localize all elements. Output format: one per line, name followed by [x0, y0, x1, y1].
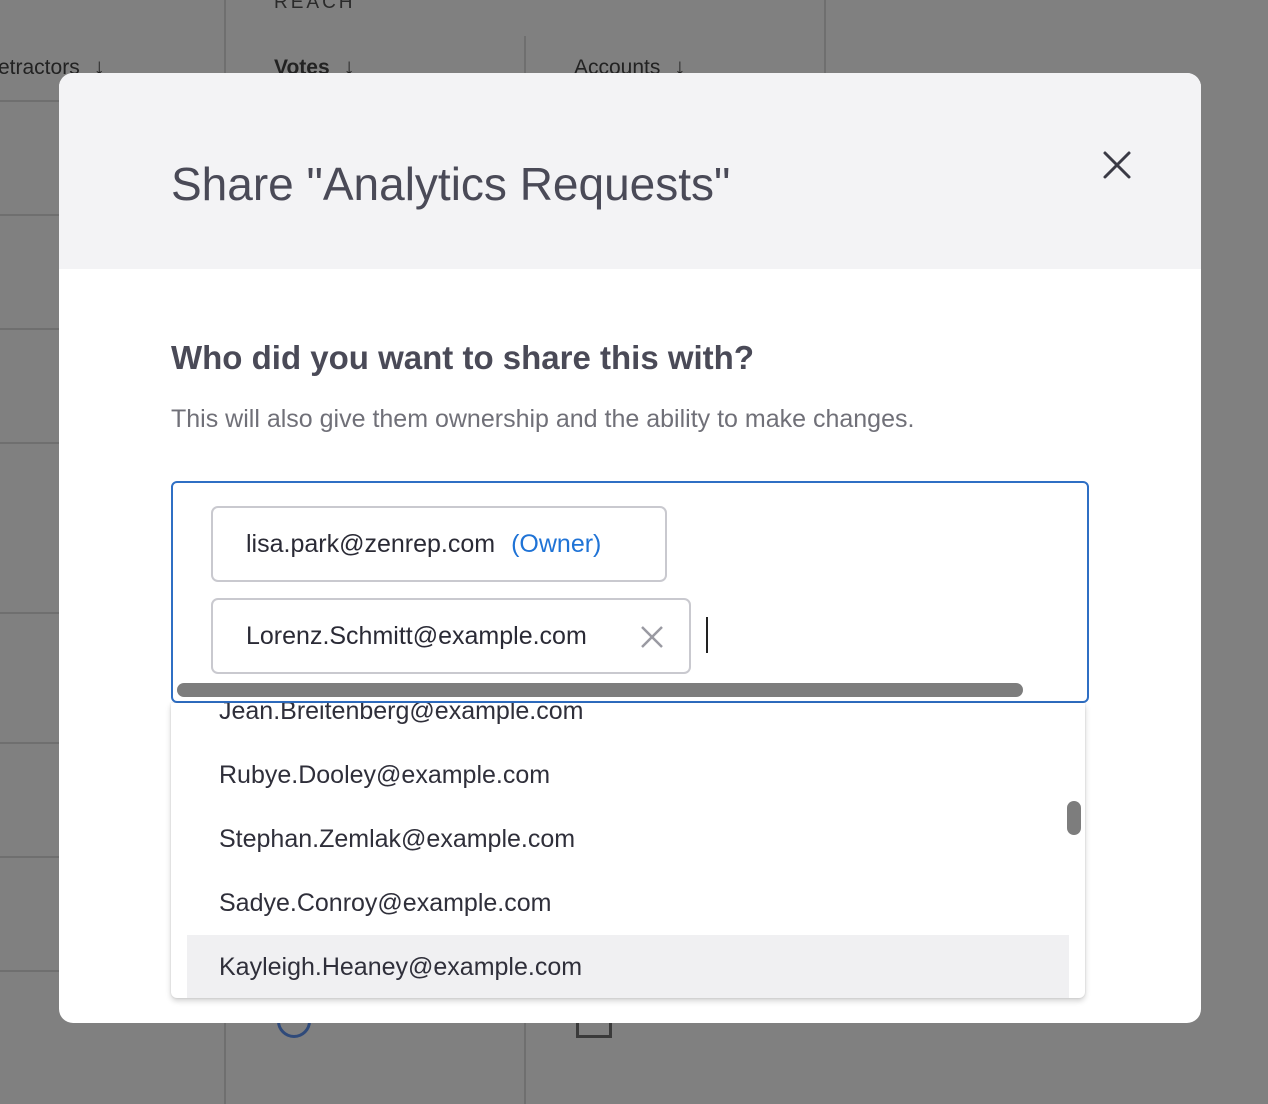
vertical-scrollbar[interactable] [1067, 801, 1081, 835]
modal-header: Share "Analytics Requests" [59, 73, 1201, 269]
suggestion-item[interactable]: Stephan.Zemlak@example.com [187, 807, 1069, 871]
suggestion-item[interactable]: Rubye.Dooley@example.com [187, 743, 1069, 807]
column-divider [824, 0, 826, 80]
remove-chip-button[interactable] [639, 624, 665, 650]
suggestion-dropdown: Jean.Breitenberg@example.com Rubye.Doole… [171, 703, 1085, 998]
suggestion-item[interactable]: Sadye.Conroy@example.com [187, 871, 1069, 935]
chip-email: Lorenz.Schmitt@example.com [246, 621, 587, 650]
recipient-chip-owner: lisa.park@zenrep.com (Owner) [211, 506, 667, 582]
suggestion-item[interactable]: Jean.Breitenberg@example.com [187, 703, 1069, 743]
text-caret [706, 617, 708, 653]
modal-title: Share "Analytics Requests" [171, 158, 731, 210]
share-modal: Share "Analytics Requests" Who did you w… [59, 73, 1201, 1023]
close-icon [641, 626, 663, 648]
recipient-input[interactable]: lisa.park@zenrep.com (Owner) Lorenz.Schm… [171, 481, 1089, 703]
recipient-chip: Lorenz.Schmitt@example.com [211, 598, 691, 674]
chip-email: lisa.park@zenrep.com [246, 529, 496, 558]
share-subtext: This will also give them ownership and t… [171, 405, 915, 433]
column-group-label: REACH [274, 0, 356, 13]
suggestion-item-highlighted[interactable]: Kayleigh.Heaney@example.com [187, 935, 1069, 998]
close-button[interactable] [1099, 147, 1135, 183]
close-icon [1103, 151, 1131, 179]
share-question: Who did you want to share this with? [171, 339, 754, 376]
owner-tag: (Owner) [511, 529, 602, 558]
horizontal-scrollbar[interactable] [177, 683, 1023, 697]
